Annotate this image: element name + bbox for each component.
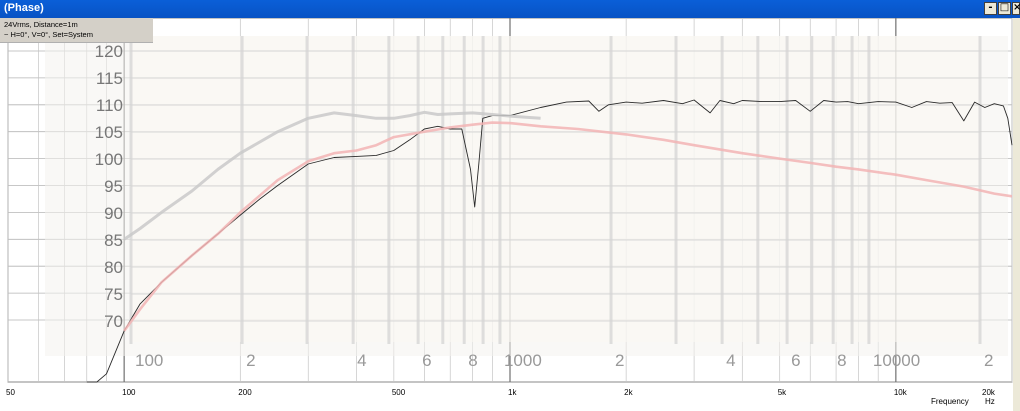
overlay-x-tick-label: 8	[837, 351, 846, 370]
x-tick-label: 100	[122, 388, 136, 397]
close-button[interactable]: ×	[1012, 2, 1020, 15]
overlay-y-tick-label: 75	[104, 285, 123, 304]
x-axis-ticks: 50 100 200 500 1k 2k 5k 10k 20k	[6, 388, 996, 397]
x-tick-label: 1k	[508, 388, 517, 397]
overlay-y-tick-label: 115	[96, 69, 123, 88]
overlay-y-tick-label: 100	[95, 150, 123, 169]
x-axis-unit: Hz	[985, 397, 995, 406]
x-tick-label: 50	[6, 388, 15, 397]
overlay-y-tick-label: 110	[96, 96, 123, 115]
frequency-response-chart: 120115110105100959085807570100 2 4 6 8 1000 2 4…	[6, 18, 1013, 406]
overlay-x-tick-label: 100	[135, 351, 163, 370]
legend-line-conditions: 24Vrms, Distance=1m	[4, 20, 78, 29]
overlay-x-tick-label: 6	[422, 351, 431, 370]
overlay-x-tick-label: 4	[726, 351, 735, 370]
overlay-x-tick-label: 4	[357, 351, 366, 370]
x-tick-label: 20k	[982, 388, 996, 397]
chart-area: 120 115 110 105 100 95 90 85 80 75 70 100 2 4 6 8 1000 2 4…	[0, 18, 1020, 411]
minimize-button[interactable]: -	[984, 2, 997, 15]
title-bar[interactable]: (Phase) - □ ×	[0, 0, 1020, 18]
x-tick-label: 10k	[894, 388, 908, 397]
overlay-x-tick-label: 6	[791, 351, 800, 370]
overlay-x-tick-label: 10000	[873, 351, 920, 370]
x-axis-label: Frequency	[931, 397, 969, 406]
overlay-x-tick-label: 2	[615, 351, 624, 370]
legend-box: 24Vrms, Distance=1m ~ H=0°, V=0°, Set=Sy…	[0, 18, 153, 43]
overlay-x-tick-label: 8	[468, 351, 477, 370]
overlay-x-tick-label: 2	[984, 351, 993, 370]
overlay-x-tick-label: 2	[246, 351, 255, 370]
overlay-y-tick-label: 105	[95, 123, 123, 142]
x-tick-label: 500	[392, 388, 406, 397]
overlay-x-tick-label: 1000	[504, 351, 542, 370]
app-window: (Phase) - □ × 120 115 110 105 100 95 90 85 80 75 7…	[0, 0, 1020, 411]
overlay-y-tick-label: 95	[104, 177, 123, 196]
legend-line-settings: ~ H=0°, V=0°, Set=System	[4, 30, 93, 39]
x-tick-label: 5k	[778, 388, 787, 397]
overlay-plot: 120 115 110 105 100 95 90 85 80 75 70 100 2 4 6 8 1000 2 4…	[45, 36, 1008, 370]
overlay-y-tick-label: 70	[104, 312, 123, 331]
maximize-button[interactable]: □	[998, 2, 1011, 15]
overlay-y-tick-label: 120	[95, 42, 123, 61]
overlay-y-tick-label: 80	[104, 258, 123, 277]
x-tick-label: 200	[238, 388, 252, 397]
right-scroll-strip[interactable]	[1013, 18, 1020, 411]
window-title: (Phase)	[4, 2, 44, 14]
x-tick-label: 2k	[624, 388, 633, 397]
overlay-y-tick-label: 90	[104, 204, 123, 223]
overlay-y-tick-label: 85	[104, 231, 123, 250]
